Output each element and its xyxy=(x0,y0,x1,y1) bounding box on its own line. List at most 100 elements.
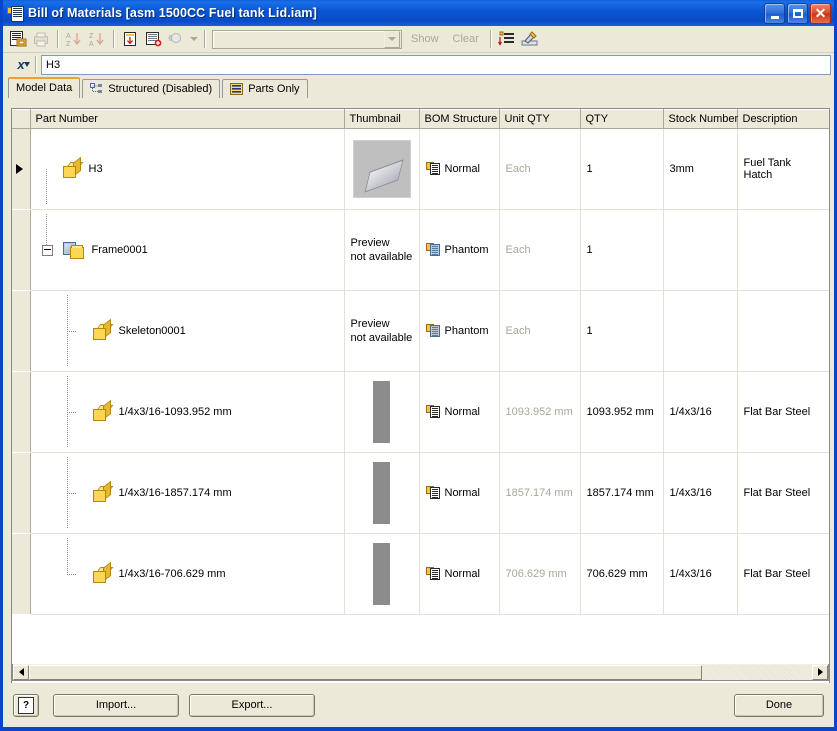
cell-stock-number[interactable]: 1/4x3/16 xyxy=(663,452,738,534)
column-header-stock-number[interactable]: Stock Number xyxy=(663,109,738,129)
no-preview-text: Preview not available xyxy=(350,318,413,344)
cell-bom-structure[interactable]: Normal xyxy=(419,128,500,210)
bom-table: Part Number Thumbnail BOM Structure Unit… xyxy=(12,109,829,615)
save-bom-icon[interactable] xyxy=(7,29,29,50)
window-title: Bill of Materials [asm 1500CC Fuel tank … xyxy=(28,6,317,20)
table-row[interactable]: 1/4x3/16-706.629 mm Normal 706.629 mm 70… xyxy=(12,533,829,615)
cell-stock-number[interactable] xyxy=(663,209,738,291)
svg-text:Z: Z xyxy=(89,33,94,40)
row-selector[interactable] xyxy=(12,533,31,615)
column-header-description[interactable]: Description xyxy=(737,109,829,129)
cell-stock-number[interactable]: 3mm xyxy=(663,128,738,210)
cell-part-number[interactable]: 1/4x3/16-1857.174 mm xyxy=(30,452,345,534)
tab-parts-only[interactable]: Parts Only xyxy=(222,79,308,98)
cell-part-number[interactable]: Frame0001 xyxy=(30,209,345,291)
svg-text:A: A xyxy=(89,41,94,47)
column-header-qty[interactable]: QTY xyxy=(580,109,664,129)
normal-structure-icon xyxy=(425,162,441,176)
table-header-row: Part Number Thumbnail BOM Structure Unit… xyxy=(12,109,829,129)
cell-thumbnail xyxy=(344,533,420,615)
bom-structure-text: Normal xyxy=(444,568,480,580)
cell-part-number[interactable]: H3 xyxy=(30,128,345,210)
cell-bom-structure[interactable]: Normal xyxy=(419,533,500,615)
horizontal-scrollbar[interactable] xyxy=(12,664,829,681)
column-header-thumbnail[interactable]: Thumbnail xyxy=(344,109,420,129)
tab-model-data[interactable]: Model Data xyxy=(8,77,81,98)
rename-expression-icon[interactable]: x xyxy=(9,55,33,75)
edit-properties-icon[interactable] xyxy=(519,29,541,50)
scroll-right-arrow-icon[interactable] xyxy=(812,664,828,680)
part-number-input[interactable]: H3 xyxy=(41,54,831,75)
toolbar-separator xyxy=(204,30,206,48)
import-button[interactable]: Import... xyxy=(53,693,179,717)
tab-structured-disabled[interactable]: Structured (Disabled) xyxy=(82,79,221,98)
cell-unit-qty: Each xyxy=(499,209,581,291)
cell-bom-structure[interactable]: Phantom xyxy=(419,209,500,291)
current-row-marker xyxy=(16,164,23,174)
scrollbar-thumb[interactable] xyxy=(29,664,703,680)
scrollbar-track[interactable] xyxy=(29,664,812,680)
cell-stock-number[interactable]: 1/4x3/16 xyxy=(663,533,738,615)
normal-structure-icon xyxy=(425,486,441,500)
column-chooser-icon[interactable] xyxy=(119,29,141,50)
column-header-bom-structure[interactable]: BOM Structure xyxy=(419,109,500,129)
toolbar-separator xyxy=(489,30,492,48)
show-button[interactable]: Show xyxy=(404,30,446,49)
cell-description[interactable]: Flat Bar Steel xyxy=(737,452,829,534)
cell-qty[interactable]: 1857.174 mm xyxy=(580,452,664,534)
cell-bom-structure[interactable]: Normal xyxy=(419,371,500,453)
chevron-down-icon[interactable] xyxy=(384,30,400,48)
cell-part-number[interactable]: 1/4x3/16-1093.952 mm xyxy=(30,371,345,453)
cell-unit-qty: Each xyxy=(499,290,581,372)
collapse-expander[interactable] xyxy=(41,245,53,256)
cell-qty[interactable]: 1 xyxy=(580,209,664,291)
close-button[interactable]: ✕ xyxy=(810,2,831,24)
svg-text:Z: Z xyxy=(66,41,71,47)
cell-stock-number[interactable] xyxy=(663,290,738,372)
plate-geometry-icon xyxy=(363,159,404,193)
add-row-icon[interactable] xyxy=(142,29,164,50)
table-row[interactable]: Skeleton0001 Preview not available Phanto… xyxy=(12,290,829,372)
cell-description[interactable]: Fuel Tank Hatch xyxy=(737,128,829,210)
row-selector[interactable] xyxy=(12,290,31,372)
cell-qty[interactable]: 1 xyxy=(580,290,664,372)
cell-bom-structure[interactable]: Phantom xyxy=(419,290,500,372)
cell-stock-number[interactable]: 1/4x3/16 xyxy=(663,371,738,453)
table-row[interactable]: H3 Normal Each 1 3mm Fuel Tank Hatch xyxy=(12,128,829,210)
sort-ascending-icon: A Z xyxy=(63,29,85,50)
row-selector[interactable] xyxy=(12,209,31,291)
row-selector[interactable] xyxy=(12,128,31,210)
cell-bom-structure[interactable]: Normal xyxy=(419,452,500,534)
cell-qty[interactable]: 706.629 mm xyxy=(580,533,664,615)
cell-description[interactable]: Flat Bar Steel xyxy=(737,371,829,453)
part-number-text: 1/4x3/16-1093.952 mm xyxy=(118,406,232,418)
minimize-button[interactable] xyxy=(764,2,785,24)
renumber-items-icon[interactable] xyxy=(496,29,518,50)
cell-part-number[interactable]: Skeleton0001 xyxy=(30,290,345,372)
table-row[interactable]: 1/4x3/16-1857.174 mm Normal 1857.174 mm … xyxy=(12,452,829,534)
cell-description[interactable] xyxy=(737,290,829,372)
table-row[interactable]: Frame0001 Previewnot available Phantom xyxy=(12,209,829,291)
cell-description[interactable]: Flat Bar Steel xyxy=(737,533,829,615)
cell-description[interactable] xyxy=(737,209,829,291)
filter-combo[interactable] xyxy=(212,29,402,49)
cell-qty[interactable]: 1 xyxy=(580,128,664,210)
column-header-unit-qty[interactable]: Unit QTY xyxy=(499,109,581,129)
cell-qty[interactable]: 1093.952 mm xyxy=(580,371,664,453)
bom-structure-text: Normal xyxy=(444,163,480,175)
toolbar: A Z Z A Show Clear xyxy=(3,26,834,53)
done-button[interactable]: Done xyxy=(734,693,824,717)
row-selector[interactable] xyxy=(12,452,31,534)
row-selector[interactable] xyxy=(12,371,31,453)
export-button[interactable]: Export... xyxy=(189,693,315,717)
clear-button[interactable]: Clear xyxy=(446,30,486,49)
column-header-part-number[interactable]: Part Number xyxy=(30,109,345,129)
cell-thumbnail xyxy=(344,452,420,534)
table-row[interactable]: 1/4x3/16-1093.952 mm Normal 1093.952 mm … xyxy=(12,371,829,453)
cell-part-number[interactable]: 1/4x3/16-706.629 mm xyxy=(30,533,345,615)
maximize-button[interactable] xyxy=(787,2,808,24)
part-number-text: 1/4x3/16-1857.174 mm xyxy=(118,487,232,499)
scroll-left-arrow-icon[interactable] xyxy=(13,664,29,680)
cell-thumbnail xyxy=(344,371,420,453)
help-button[interactable]: ? xyxy=(13,693,39,717)
